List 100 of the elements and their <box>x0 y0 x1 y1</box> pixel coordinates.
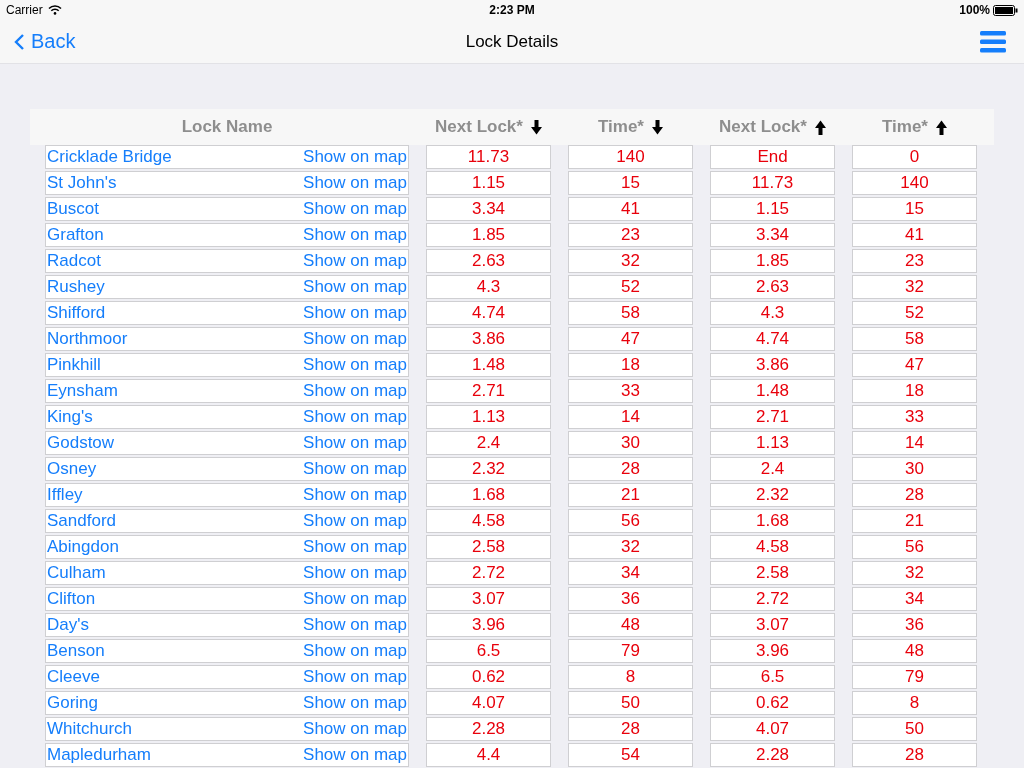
lock-name-link[interactable]: Pinkhill <box>47 355 101 375</box>
lock-name-link[interactable]: Culham <box>47 563 106 583</box>
table-cell: 3.34 <box>426 197 551 221</box>
lock-name-link[interactable]: St John's <box>47 173 117 193</box>
carrier-label: Carrier <box>6 3 43 17</box>
show-on-map-link[interactable]: Show on map <box>303 303 407 323</box>
table-cell: 2.63 <box>426 249 551 273</box>
table-cell: 2.71 <box>710 405 835 429</box>
show-on-map-link[interactable]: Show on map <box>303 563 407 583</box>
table-cell: 6.5 <box>710 665 835 689</box>
table-cell: 23 <box>852 249 977 273</box>
lock-name-link[interactable]: Clifton <box>47 589 96 609</box>
table-cell: 2.4 <box>710 457 835 481</box>
show-on-map-link[interactable]: Show on map <box>303 173 407 193</box>
lock-name-link[interactable]: Mapledurham <box>47 745 151 765</box>
battery-icon <box>993 4 1018 16</box>
show-on-map-link[interactable]: Show on map <box>303 355 407 375</box>
table-cell: 33 <box>852 405 977 429</box>
table-cell: 50 <box>568 691 693 715</box>
wifi-icon <box>47 5 62 15</box>
table-cell: 58 <box>852 327 977 351</box>
show-on-map-link[interactable]: Show on map <box>303 199 407 219</box>
show-on-map-link[interactable]: Show on map <box>303 667 407 687</box>
back-button[interactable]: Back <box>14 30 76 53</box>
lock-name-link[interactable]: Whitchurch <box>47 719 133 739</box>
lock-name-link[interactable]: Abingdon <box>47 537 119 557</box>
table-cell: 15 <box>852 197 977 221</box>
lock-name-link[interactable]: Buscot <box>47 199 99 219</box>
lock-name-link[interactable]: Iffley <box>47 485 83 505</box>
show-on-map-link[interactable]: Show on map <box>303 407 407 427</box>
show-on-map-link[interactable]: Show on map <box>303 147 407 167</box>
table-cell: 4.07 <box>426 691 551 715</box>
table-cell: 2.71 <box>426 379 551 403</box>
show-on-map-link[interactable]: Show on map <box>303 641 407 661</box>
show-on-map-link[interactable]: Show on map <box>303 251 407 271</box>
show-on-map-link[interactable]: Show on map <box>303 615 407 635</box>
table-cell: 4.3 <box>426 275 551 299</box>
table-cell: 140 <box>568 145 693 169</box>
lock-name-link[interactable]: Radcot <box>47 251 101 271</box>
lock-name-link[interactable]: Shifford <box>47 303 106 323</box>
lock-name-link[interactable]: Godstow <box>47 433 115 453</box>
column-header: Time* <box>882 117 928 137</box>
table-cell: 3.86 <box>710 353 835 377</box>
table-cell: 8 <box>852 691 977 715</box>
lock-name-link[interactable]: Sandford <box>47 511 116 531</box>
table-cell: 2.58 <box>710 561 835 585</box>
table-cell: 32 <box>568 249 693 273</box>
lock-name-link[interactable]: Benson <box>47 641 105 661</box>
show-on-map-link[interactable]: Show on map <box>303 433 407 453</box>
table-cell: 0.62 <box>710 691 835 715</box>
arrow-up-icon <box>814 119 826 135</box>
show-on-map-link[interactable]: Show on map <box>303 381 407 401</box>
table-cell: 1.68 <box>426 483 551 507</box>
show-on-map-link[interactable]: Show on map <box>303 745 407 765</box>
table-cell: 28 <box>568 457 693 481</box>
table-cell: 34 <box>568 561 693 585</box>
table-cell: 4.4 <box>426 743 551 767</box>
lock-name-link[interactable]: Northmoor <box>47 329 128 349</box>
table-cell: 8 <box>568 665 693 689</box>
table-cell: 2.28 <box>426 717 551 741</box>
table-cell: 47 <box>568 327 693 351</box>
table-cell: 2.4 <box>426 431 551 455</box>
show-on-map-link[interactable]: Show on map <box>303 693 407 713</box>
table-cell: 3.96 <box>710 639 835 663</box>
show-on-map-link[interactable]: Show on map <box>303 485 407 505</box>
table-cell: 1.13 <box>426 405 551 429</box>
show-on-map-link[interactable]: Show on map <box>303 329 407 349</box>
status-time: 2:23 PM <box>489 3 535 17</box>
table-cell: 2.72 <box>426 561 551 585</box>
lock-name-link[interactable]: Eynsham <box>47 381 118 401</box>
show-on-map-link[interactable]: Show on map <box>303 225 407 245</box>
lock-name-link[interactable]: Cricklade Bridge <box>47 147 172 167</box>
lock-name-link[interactable]: Rushey <box>47 277 105 297</box>
page-title: Lock Details <box>465 31 559 52</box>
table-cell: 48 <box>852 639 977 663</box>
column-header: Lock Name <box>181 117 273 137</box>
lock-name-link[interactable]: Osney <box>47 459 97 479</box>
table-cell: 14 <box>568 405 693 429</box>
show-on-map-link[interactable]: Show on map <box>303 537 407 557</box>
table-cell: 1.48 <box>426 353 551 377</box>
column-header: Time* <box>598 117 644 137</box>
show-on-map-link[interactable]: Show on map <box>303 511 407 531</box>
table-cell: 54 <box>568 743 693 767</box>
lock-name-link[interactable]: King's <box>47 407 93 427</box>
lock-name-link[interactable]: Cleeve <box>47 667 100 687</box>
table-cell: 11.73 <box>710 171 835 195</box>
table-cell: 21 <box>568 483 693 507</box>
table-cell: 4.58 <box>426 509 551 533</box>
lock-name-link[interactable]: Goring <box>47 693 99 713</box>
show-on-map-link[interactable]: Show on map <box>303 589 407 609</box>
table-cell: 6.5 <box>426 639 551 663</box>
menu-icon[interactable] <box>980 30 1006 53</box>
table-cell: 11.73 <box>426 145 551 169</box>
show-on-map-link[interactable]: Show on map <box>303 459 407 479</box>
lock-name-link[interactable]: Day's <box>47 615 89 635</box>
lock-name-link[interactable]: Grafton <box>47 225 104 245</box>
show-on-map-link[interactable]: Show on map <box>303 277 407 297</box>
show-on-map-link[interactable]: Show on map <box>303 719 407 739</box>
table-cell: 2.63 <box>710 275 835 299</box>
table-cell: 2.28 <box>710 743 835 767</box>
